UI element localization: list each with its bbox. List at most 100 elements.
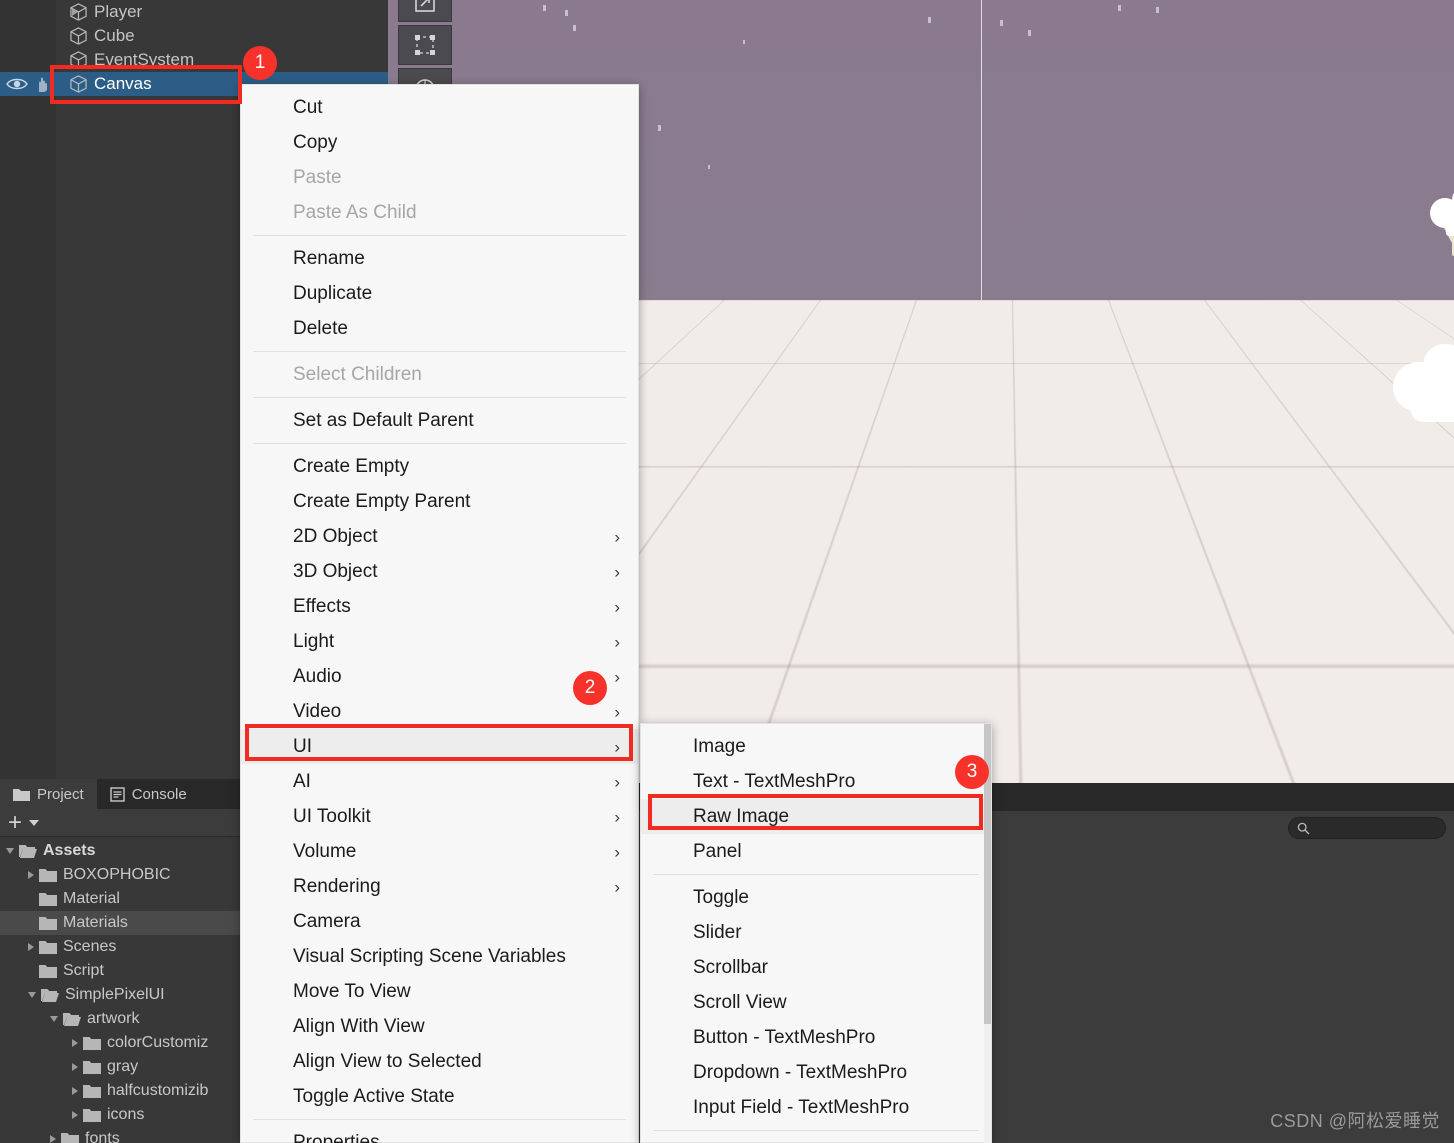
menu-item-move-to-view[interactable]: Move To View (241, 974, 638, 1009)
sky-particle (565, 10, 568, 16)
sky-particle (1118, 5, 1121, 11)
hierarchy-context-menu[interactable]: Cut Copy Paste Paste As Child Rename Duplicat… (240, 84, 639, 1143)
menu-item-visual-scripting-scene-variables[interactable]: Visual Scripting Scene Variables (241, 939, 638, 974)
menu-item-rename[interactable]: Rename (241, 241, 638, 276)
submenu-item-slider[interactable]: Slider (641, 915, 991, 950)
menu-item-light[interactable]: Light › (241, 624, 638, 659)
gray-cube-object (1281, 396, 1323, 436)
submenu-item-label: Scrollbar (693, 956, 768, 978)
menu-item-label: Paste As Child (293, 201, 417, 223)
chevron-down-icon[interactable] (6, 848, 14, 854)
folder-icon (39, 965, 57, 978)
submenu-item-scrollbar[interactable]: Scrollbar (641, 950, 991, 985)
menu-item-ui-toolkit[interactable]: UI Toolkit › (241, 799, 638, 834)
chevron-right-icon[interactable] (50, 1135, 56, 1143)
ui-submenu-items[interactable]: Image Text - TextMeshPro Raw Image Panel Tog… (641, 729, 991, 1131)
menu-item-label: Select Children (293, 363, 422, 385)
chevron-right-icon: › (614, 772, 620, 791)
menu-item-rendering[interactable]: Rendering › (241, 869, 638, 904)
submenu-item-label: Input Field - TextMeshPro (693, 1096, 910, 1118)
add-asset-button[interactable]: + (8, 810, 22, 834)
submenu-item-label: Panel (693, 840, 742, 862)
submenu-item-scroll-view[interactable]: Scroll View (641, 985, 991, 1020)
chevron-right-icon[interactable] (28, 943, 34, 951)
sky-particle (743, 40, 745, 44)
player-gizmo (1393, 340, 1454, 422)
submenu-separator (653, 874, 979, 875)
chevron-right-icon[interactable] (28, 871, 34, 879)
visibility-eye-icon[interactable] (6, 76, 28, 92)
menu-item-label: Copy (293, 131, 338, 153)
menu-item-label: Toggle Active State (293, 1085, 455, 1107)
menu-item-select-children: Select Children (241, 357, 638, 392)
submenu-scrollbar[interactable] (984, 724, 991, 1143)
menu-item-toggle-active-state[interactable]: Toggle Active State (241, 1079, 638, 1114)
sky-particle (1000, 20, 1003, 26)
tab-project[interactable]: Project (0, 779, 97, 809)
chevron-down-icon[interactable] (28, 992, 36, 998)
menu-item-paste: Paste (241, 160, 638, 195)
tab-console[interactable]: Console (97, 779, 200, 809)
menu-item-label: Align With View (293, 1015, 425, 1037)
camera-gizmo-top (1428, 180, 1454, 256)
project-tree-item-label: Scenes (63, 938, 117, 955)
menu-item-create-empty[interactable]: Create Empty (241, 449, 638, 484)
submenu-item-label: Dropdown - TextMeshPro (693, 1061, 908, 1083)
chevron-right-icon: › (614, 527, 620, 546)
submenu-item-dropdown-textmeshpro[interactable]: Dropdown - TextMeshPro (641, 1055, 991, 1090)
submenu-item-label: Text - TextMeshPro (693, 770, 856, 792)
menu-item-cut[interactable]: Cut (241, 90, 638, 125)
step-badge-1: 1 (243, 46, 277, 80)
project-tree-item-label: Assets (43, 842, 96, 859)
chevron-right-icon: › (614, 632, 620, 651)
menu-item-camera[interactable]: Camera (241, 904, 638, 939)
chevron-right-icon: › (614, 562, 620, 581)
hierarchy-item-label: Cube (94, 26, 135, 45)
menu-item-label: UI Toolkit (293, 805, 371, 827)
search-input[interactable] (1315, 821, 1435, 835)
hierarchy-item-cube[interactable]: Cube (0, 24, 388, 48)
menu-item-3d-object[interactable]: 3D Object › (241, 554, 638, 589)
menu-item-set-as-default-parent[interactable]: Set as Default Parent (241, 403, 638, 438)
menu-item-label: Rename (293, 247, 365, 269)
chevron-right-icon[interactable] (72, 1111, 78, 1119)
chevron-right-icon[interactable] (72, 1039, 78, 1047)
submenu-item-button-textmeshpro[interactable]: Button - TextMeshPro (641, 1020, 991, 1055)
chevron-down-icon[interactable] (50, 1016, 58, 1022)
menu-item-ai[interactable]: AI › (241, 764, 638, 799)
sky-particle (573, 25, 576, 31)
tab-project-label: Project (37, 785, 84, 803)
chevron-right-icon[interactable] (72, 1063, 78, 1071)
project-tree-item-label: SimplePixelUI (65, 986, 165, 1003)
menu-item-create-empty-parent[interactable]: Create Empty Parent (241, 484, 638, 519)
chevron-down-icon[interactable] (29, 819, 40, 826)
submenu-item-toggle[interactable]: Toggle (641, 880, 991, 915)
submenu-item-input-field-textmeshpro[interactable]: Input Field - TextMeshPro (641, 1090, 991, 1125)
menu-item-delete[interactable]: Delete (241, 311, 638, 346)
project-tree-item-label: artwork (87, 1010, 140, 1027)
search-box[interactable] (1288, 817, 1446, 839)
menu-item-duplicate[interactable]: Duplicate (241, 276, 638, 311)
menu-item-2d-object[interactable]: 2D Object › (241, 519, 638, 554)
menu-item-align-view-to-selected[interactable]: Align View to Selected (241, 1044, 638, 1079)
menu-item-copy[interactable]: Copy (241, 125, 638, 160)
folder-icon (83, 1085, 101, 1098)
chevron-right-icon[interactable] (72, 1087, 78, 1095)
submenu-item-panel[interactable]: Panel (641, 834, 991, 869)
sky-particle (928, 17, 931, 23)
hierarchy-item-player[interactable]: Player (0, 0, 388, 24)
menu-item-label: Align View to Selected (293, 1050, 482, 1072)
submenu-item-image[interactable]: Image (641, 729, 991, 764)
sky-particle (658, 125, 661, 131)
scale-tool-button[interactable] (398, 0, 452, 22)
ui-submenu[interactable]: Image Text - TextMeshPro Raw Image Panel Tog… (640, 723, 992, 1143)
project-tree-item-label: Materials (63, 914, 128, 931)
context-menu-items[interactable]: Cut Copy Paste Paste As Child Rename Duplicat… (241, 90, 638, 1143)
project-tree-item-label: fonts (85, 1130, 120, 1143)
chevron-right-icon[interactable] (72, 8, 78, 16)
menu-item-volume[interactable]: Volume › (241, 834, 638, 869)
menu-item-align-with-view[interactable]: Align With View (241, 1009, 638, 1044)
menu-item-properties[interactable]: Properties (241, 1125, 638, 1143)
rect-transform-tool-button[interactable] (398, 25, 452, 65)
menu-item-effects[interactable]: Effects › (241, 589, 638, 624)
